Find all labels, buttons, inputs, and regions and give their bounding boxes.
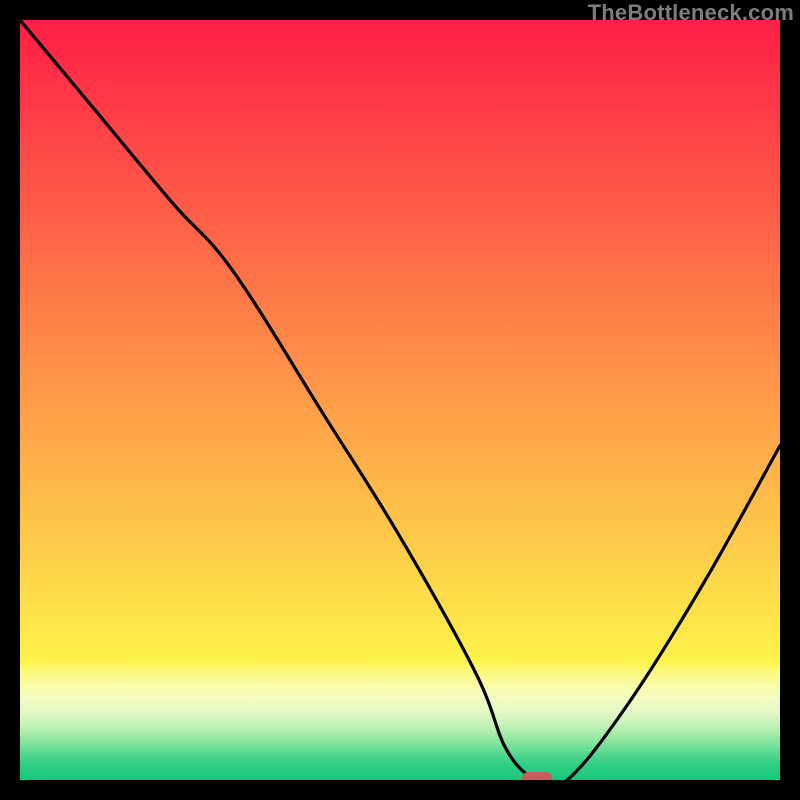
optimal-marker: [522, 772, 552, 780]
chart-canvas: TheBottleneck.com: [0, 0, 800, 800]
plot-area: [20, 20, 780, 780]
bottleneck-curve: [20, 20, 780, 780]
curve-layer: [20, 20, 780, 780]
